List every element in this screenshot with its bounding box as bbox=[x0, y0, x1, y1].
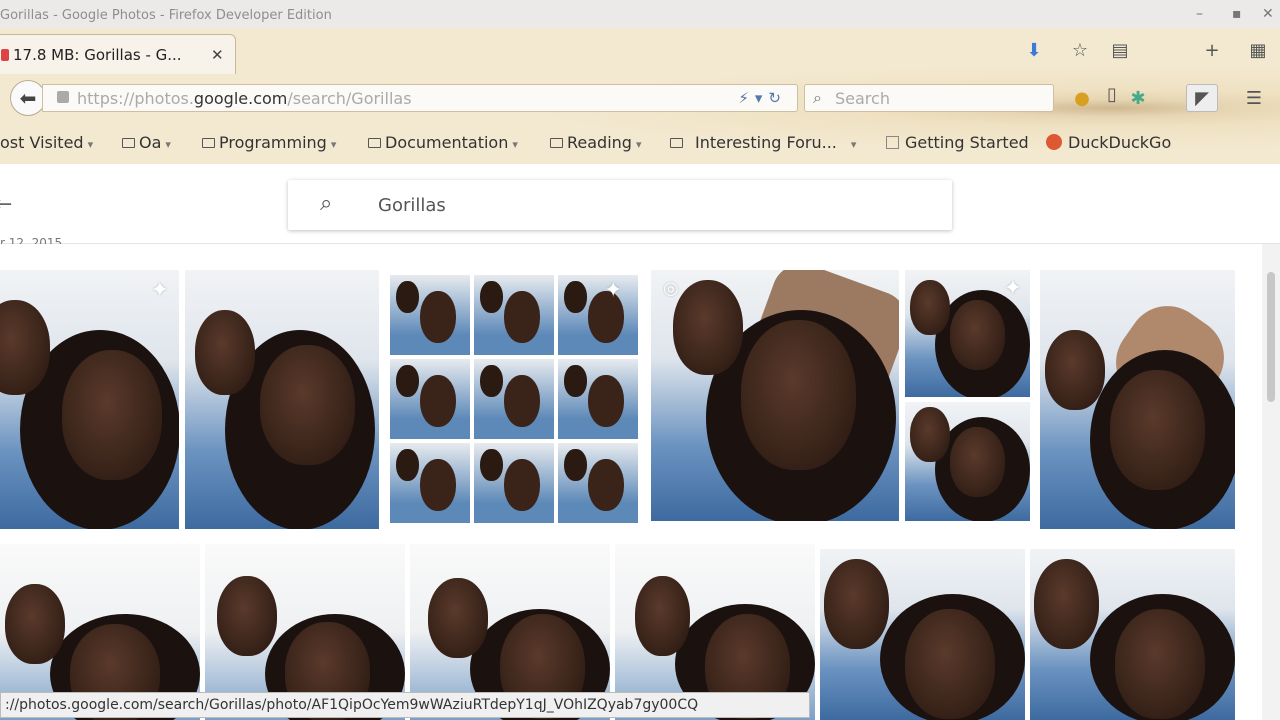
scrollbar-thumb[interactable] bbox=[1267, 272, 1275, 402]
photos-header: ← ⌕ Gorillas bbox=[0, 164, 1280, 244]
bookmark-most-visited[interactable]: ost Visited ▾ bbox=[0, 133, 93, 152]
search-bar[interactable]: ⌕ Search bbox=[804, 84, 1054, 112]
status-bar: ://photos.google.com/search/Gorillas/pho… bbox=[0, 692, 810, 718]
folder-icon bbox=[550, 138, 563, 148]
photo-thumbnail[interactable]: ✦ bbox=[0, 270, 179, 529]
sparkle-icon: ✦ bbox=[604, 278, 623, 303]
folder-icon bbox=[368, 138, 381, 148]
page-scrollbar[interactable] bbox=[1262, 244, 1280, 720]
maximize-icon[interactable]: ▪ bbox=[1232, 6, 1242, 22]
sparkle-icon: ✦ bbox=[1003, 276, 1022, 301]
search-icon: ⌕ bbox=[320, 191, 333, 216]
photo-thumbnail[interactable] bbox=[820, 549, 1025, 720]
star-icon[interactable]: ☆ bbox=[1068, 38, 1092, 62]
photo-collage-thumbnail[interactable]: ✦ bbox=[386, 270, 644, 529]
lock-icon bbox=[57, 91, 69, 103]
photo-thumbnail[interactable] bbox=[185, 270, 379, 529]
search-query: Gorillas bbox=[378, 195, 446, 216]
search-placeholder: Search bbox=[835, 89, 890, 108]
window-title: Gorillas - Google Photos - Firefox Devel… bbox=[0, 8, 332, 23]
download-icon[interactable]: ⬇ bbox=[1022, 38, 1046, 62]
addon-icon[interactable]: ✱ bbox=[1126, 86, 1150, 110]
back-arrow-icon[interactable]: ← bbox=[0, 192, 12, 217]
url-bar[interactable]: https://photos.google.com/search/Gorilla… bbox=[42, 84, 798, 112]
photo-grid: ✦ ✦ ◎ ✦ bbox=[0, 244, 1262, 720]
photo-thumbnail[interactable]: ✦ bbox=[905, 270, 1030, 397]
browser-chrome: 17.8 MB: Gorillas - G... ✕ ⬇ ☆ ▤ + ▦ ⬅ h… bbox=[0, 28, 1280, 164]
back-arrow-icon: ⬅ bbox=[19, 86, 37, 110]
bookmarks-toolbar: ost Visited ▾ Oa ▾ Programming ▾ Documentat… bbox=[0, 130, 1280, 158]
bookmark-duckduckgo[interactable]: DuckDuckGo bbox=[1046, 133, 1171, 152]
add-tab-icon[interactable]: + bbox=[1200, 38, 1224, 62]
folder-icon bbox=[122, 138, 135, 148]
bookmark-folder-programming[interactable]: Programming ▾ bbox=[202, 133, 336, 152]
close-window-icon[interactable]: ✕ bbox=[1262, 6, 1274, 22]
extension-icon[interactable]: ● bbox=[1070, 86, 1094, 110]
photo-thumbnail[interactable] bbox=[1030, 549, 1235, 720]
duckduckgo-icon bbox=[1046, 134, 1062, 150]
menu-icon[interactable]: ☰ bbox=[1242, 86, 1266, 110]
pocket-icon[interactable]: ◤ bbox=[1186, 84, 1218, 112]
page-icon bbox=[886, 136, 899, 149]
search-icon: ⌕ bbox=[813, 88, 822, 107]
url-text: https://photos.google.com/search/Gorilla… bbox=[77, 89, 412, 108]
check-circle-icon[interactable]: ◎ bbox=[663, 278, 679, 299]
photo-thumbnail[interactable] bbox=[1040, 270, 1235, 529]
sparkle-icon: ✦ bbox=[150, 278, 169, 303]
folder-icon bbox=[670, 138, 683, 148]
bookmark-folder-reading[interactable]: Reading ▾ bbox=[550, 133, 641, 152]
tab-favicon-icon bbox=[1, 49, 9, 61]
photos-search-box[interactable]: ⌕ Gorillas bbox=[288, 180, 952, 230]
folder-icon bbox=[202, 138, 215, 148]
tab-close-icon[interactable]: ✕ bbox=[211, 46, 224, 64]
photo-thumbnail[interactable] bbox=[905, 402, 1030, 521]
active-tab[interactable]: 17.8 MB: Gorillas - G... ✕ bbox=[0, 34, 236, 74]
bookmark-folder-oa[interactable]: Oa ▾ bbox=[122, 133, 171, 152]
minimize-icon[interactable]: – bbox=[1196, 6, 1203, 22]
bookmark-folder-documentation[interactable]: Documentation ▾ bbox=[368, 133, 518, 152]
bookmark-getting-started[interactable]: Getting Started bbox=[886, 133, 1029, 152]
tab-groups-icon[interactable]: ▦ bbox=[1246, 38, 1270, 62]
bookmark-folder-interesting-forums[interactable]: Interesting Foru... ▾ bbox=[670, 133, 856, 152]
photo-thumbnail[interactable]: ◎ bbox=[651, 270, 899, 521]
bookmark-list-icon[interactable]: ▤ bbox=[1108, 38, 1132, 62]
tab-label: 17.8 MB: Gorillas - G... bbox=[13, 46, 182, 64]
reader-icon[interactable]: ▯ bbox=[1100, 82, 1124, 106]
reload-icon[interactable]: ⚡▾↻ bbox=[738, 89, 787, 107]
back-button[interactable]: ⬅ bbox=[10, 80, 46, 116]
